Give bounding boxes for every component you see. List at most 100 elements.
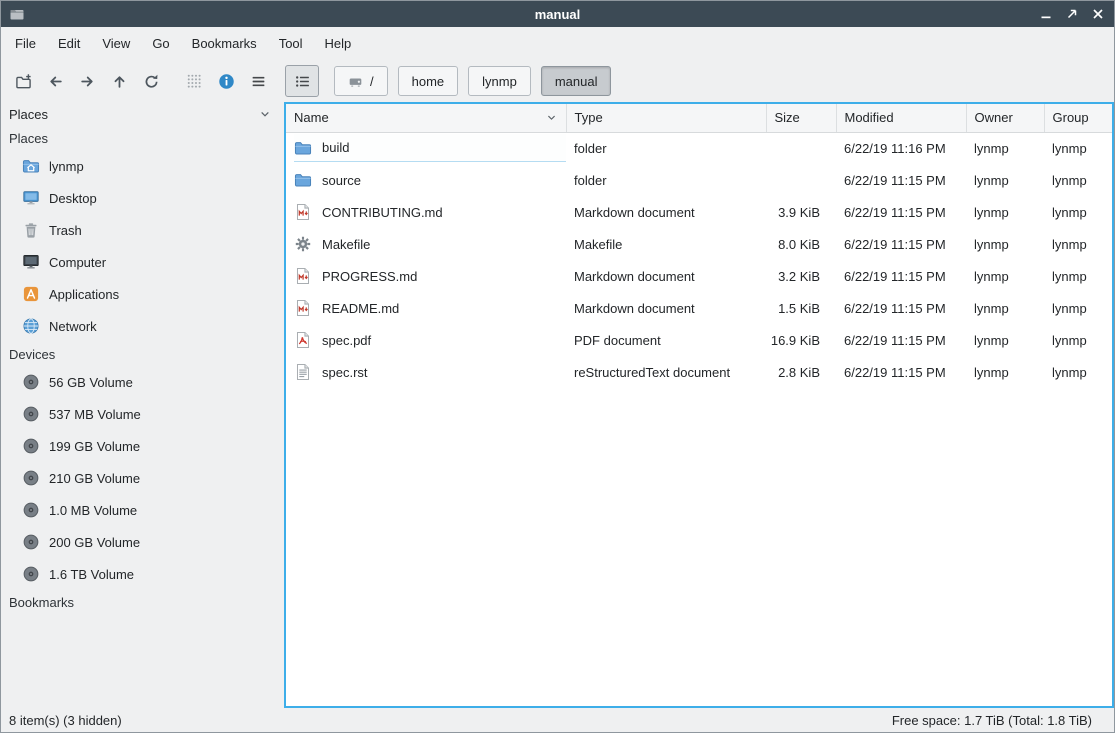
applications-icon	[22, 285, 40, 303]
close-button[interactable]	[1090, 6, 1106, 22]
file-modified: 6/22/19 11:15 PM	[836, 292, 966, 324]
sidebar-header: Places	[1, 102, 284, 126]
file-size: 3.9 KiB	[766, 196, 836, 228]
menu-edit[interactable]: Edit	[47, 31, 91, 56]
volume-icon	[22, 565, 40, 583]
up-button[interactable]	[103, 65, 135, 97]
minimize-button[interactable]	[1038, 6, 1054, 22]
column-header-modified[interactable]: Modified	[836, 104, 966, 132]
menu-help[interactable]: Help	[314, 31, 363, 56]
file-modified: 6/22/19 11:15 PM	[836, 260, 966, 292]
menu-file[interactable]: File	[4, 31, 47, 56]
path-segment-home[interactable]: home	[398, 66, 459, 96]
status-bar: 8 item(s) (3 hidden) Free space: 1.7 TiB…	[1, 708, 1114, 732]
file-row-source[interactable]: sourcefolder6/22/19 11:15 PMlynmplynmp	[286, 164, 1112, 196]
file-group: lynmp	[1044, 132, 1112, 164]
sidebar-item-computer[interactable]: Computer	[1, 246, 284, 278]
column-header-group[interactable]: Group	[1044, 104, 1112, 132]
main-menu-button[interactable]	[242, 65, 274, 97]
volume-icon	[22, 405, 40, 423]
file-size: 16.9 KiB	[766, 324, 836, 356]
path-segment-lynmp[interactable]: lynmp	[468, 66, 531, 96]
menu-go[interactable]: Go	[141, 31, 180, 56]
file-name-label: build	[322, 140, 349, 155]
file-group: lynmp	[1044, 228, 1112, 260]
new-tab-button[interactable]	[7, 65, 39, 97]
file-row-makefile[interactable]: MakefileMakefile8.0 KiB6/22/19 11:15 PMl…	[286, 228, 1112, 260]
sidebar-item-lynmp[interactable]: lynmp	[1, 150, 284, 182]
window-controls	[1038, 6, 1106, 22]
menu-view[interactable]: View	[91, 31, 141, 56]
file-size: 3.2 KiB	[766, 260, 836, 292]
sidebar-item-label: Desktop	[49, 191, 97, 206]
sidebar-item-trash[interactable]: Trash	[1, 214, 284, 246]
file-modified: 6/22/19 11:15 PM	[836, 228, 966, 260]
info-button[interactable]	[210, 65, 242, 97]
chevron-down-icon[interactable]	[258, 107, 272, 121]
sidebar-item-56-gb-volume[interactable]: 56 GB Volume	[1, 366, 284, 398]
markdown-icon	[294, 267, 312, 285]
file-type: Markdown document	[566, 260, 766, 292]
path-segment-manual[interactable]: manual	[541, 66, 612, 96]
toolbar-buttons	[7, 65, 319, 97]
sidebar-item-label: Network	[49, 319, 97, 334]
icon-view-button[interactable]	[178, 65, 210, 97]
column-header-type[interactable]: Type	[566, 104, 766, 132]
file-modified: 6/22/19 11:15 PM	[836, 356, 966, 388]
column-header-owner[interactable]: Owner	[966, 104, 1044, 132]
file-row-progress-md[interactable]: PROGRESS.mdMarkdown document3.2 KiB6/22/…	[286, 260, 1112, 292]
file-group: lynmp	[1044, 164, 1112, 196]
file-group: lynmp	[1044, 292, 1112, 324]
file-row-contributing-md[interactable]: CONTRIBUTING.mdMarkdown document3.9 KiB6…	[286, 196, 1112, 228]
sidebar-item-label: Computer	[49, 255, 106, 270]
sidebar-item-label: lynmp	[49, 159, 84, 174]
menu-tool[interactable]: Tool	[268, 31, 314, 56]
volume-icon	[22, 437, 40, 455]
sidebar-item-network[interactable]: Network	[1, 310, 284, 342]
menubar: FileEditViewGoBookmarksToolHelp	[1, 27, 1114, 60]
menu-bookmarks[interactable]: Bookmarks	[181, 31, 268, 56]
refresh-button[interactable]	[135, 65, 167, 97]
file-owner: lynmp	[966, 260, 1044, 292]
sidebar-item-210-gb-volume[interactable]: 210 GB Volume	[1, 462, 284, 494]
restore-button[interactable]	[1064, 6, 1080, 22]
sidebar-item-200-gb-volume[interactable]: 200 GB Volume	[1, 526, 284, 558]
sidebar-item-label: 1.0 MB Volume	[49, 503, 137, 518]
sidebar-item-537-mb-volume[interactable]: 537 MB Volume	[1, 398, 284, 430]
file-rows: buildfolder6/22/19 11:16 PMlynmplynmpsou…	[286, 132, 1112, 388]
file-type: reStructuredText document	[566, 356, 766, 388]
titlebar: manual	[1, 1, 1114, 27]
file-row-readme-md[interactable]: README.mdMarkdown document1.5 KiB6/22/19…	[286, 292, 1112, 324]
file-type: Markdown document	[566, 196, 766, 228]
sidebar-item-desktop[interactable]: Desktop	[1, 182, 284, 214]
folder-icon	[294, 171, 312, 189]
back-button[interactable]	[39, 65, 71, 97]
sidebar-item-199-gb-volume[interactable]: 199 GB Volume	[1, 430, 284, 462]
status-items-count: 8 item(s) (3 hidden)	[9, 713, 122, 728]
file-owner: lynmp	[966, 356, 1044, 388]
drive-icon	[348, 74, 363, 89]
file-row-spec-rst[interactable]: spec.rstreStructuredText document2.8 KiB…	[286, 356, 1112, 388]
volume-icon	[22, 373, 40, 391]
file-type: PDF document	[566, 324, 766, 356]
column-label: Group	[1053, 110, 1089, 125]
column-header-size[interactable]: Size	[766, 104, 836, 132]
home-folder-icon	[22, 157, 40, 175]
path-segment-root[interactable]: /	[334, 66, 388, 96]
path-segment-label: lynmp	[482, 74, 517, 89]
column-header-name[interactable]: Name	[286, 104, 566, 132]
file-row-spec-pdf[interactable]: spec.pdfPDF document16.9 KiB6/22/19 11:1…	[286, 324, 1112, 356]
sidebar-item-applications[interactable]: Applications	[1, 278, 284, 310]
pdf-icon	[294, 331, 312, 349]
list-view-button[interactable]	[285, 65, 319, 97]
arrow-right-icon	[79, 73, 96, 90]
trash-icon	[22, 221, 40, 239]
sidebar-item-1-0-mb-volume[interactable]: 1.0 MB Volume	[1, 494, 284, 526]
hamburger-icon	[250, 73, 267, 90]
file-type: Makefile	[566, 228, 766, 260]
toolbar: / home lynmp manual	[1, 60, 1114, 102]
sidebar-item-1-6-tb-volume[interactable]: 1.6 TB Volume	[1, 558, 284, 590]
file-manager-icon	[9, 6, 25, 22]
file-row-build[interactable]: buildfolder6/22/19 11:16 PMlynmplynmp	[286, 132, 1112, 164]
forward-button[interactable]	[71, 65, 103, 97]
